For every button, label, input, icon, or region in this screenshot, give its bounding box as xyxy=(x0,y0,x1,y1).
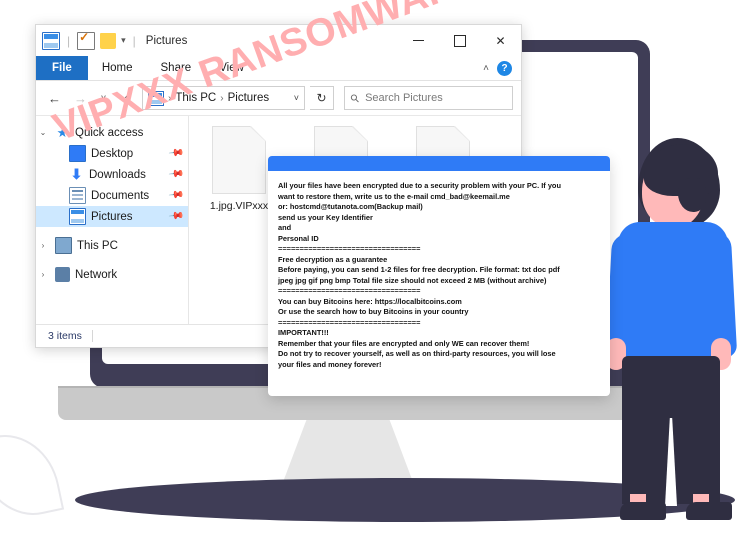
ribbon-tabs: File Home Share View ˄ ? xyxy=(36,56,521,81)
refresh-button[interactable]: ↻ xyxy=(310,86,334,110)
sidebar-item-desktop[interactable]: Desktop 📌 xyxy=(36,143,188,164)
search-icon: ⚲ xyxy=(348,91,363,106)
sidebar-label: Desktop xyxy=(91,147,134,160)
minimize-button[interactable] xyxy=(398,26,439,56)
sidebar-item-pictures[interactable]: Pictures 📌 xyxy=(36,206,188,227)
navigation-pane: ⌄ ★ Quick access Desktop 📌 ⬇ Downloads 📌 xyxy=(36,116,189,324)
download-icon: ⬇ xyxy=(70,166,83,182)
back-button[interactable]: ← xyxy=(44,88,65,109)
navigation-bar: ← → ˅ ↑ › This PC › Pictures ˅ ↻ ⚲ Searc… xyxy=(36,81,521,115)
item-count-label: 3 items xyxy=(48,330,82,342)
pin-icon[interactable]: 📌 xyxy=(167,187,184,203)
list-item[interactable]: 1.jpg.VIPxxx xyxy=(203,126,275,212)
breadcrumb-pictures[interactable]: Pictures xyxy=(228,92,270,104)
screenshot-stage: | ▾ | Pictures ✕ File Home Share View ˄ … xyxy=(0,0,750,550)
expander-icon[interactable]: ⌄ xyxy=(36,128,50,137)
properties-icon[interactable] xyxy=(77,30,96,50)
pin-icon[interactable]: 📌 xyxy=(167,145,184,161)
toolbar-divider: | xyxy=(67,33,71,48)
search-placeholder: Search Pictures xyxy=(365,92,443,104)
pictures-icon[interactable] xyxy=(42,31,60,50)
pictures-icon xyxy=(69,208,86,225)
sidebar-item-this-pc[interactable]: › This PC xyxy=(36,235,188,256)
status-divider xyxy=(91,330,93,342)
ribbon-right-controls: ˄ ? xyxy=(483,56,521,80)
address-pictures-icon xyxy=(148,90,164,106)
sidebar-label: Downloads xyxy=(89,168,146,181)
address-bar[interactable]: › This PC › Pictures ˅ xyxy=(142,86,305,110)
tab-share[interactable]: Share xyxy=(147,56,206,80)
breadcrumb-separator-0: › xyxy=(168,92,172,104)
standing-person xyxy=(600,138,750,520)
recent-locations-button[interactable]: ˅ xyxy=(96,88,111,109)
file-name: 1.jpg.VIPxxx xyxy=(209,200,269,212)
documents-icon xyxy=(69,187,86,204)
ransom-note-text: All your files have been encrypted due t… xyxy=(278,181,561,369)
address-dropdown-caret[interactable]: ˅ xyxy=(288,93,299,103)
desktop-icon xyxy=(69,145,86,162)
star-icon: ★ xyxy=(56,125,69,140)
maximize-icon xyxy=(453,34,466,47)
sidebar-label: Network xyxy=(75,268,118,281)
sidebar-label: Documents xyxy=(91,189,150,202)
help-icon[interactable]: ? xyxy=(497,60,512,76)
person-right-shoe xyxy=(686,502,732,520)
person-hair-lock xyxy=(678,178,706,212)
tab-home[interactable]: Home xyxy=(88,56,147,80)
sidebar-item-quick-access[interactable]: ⌄ ★ Quick access xyxy=(36,122,188,143)
search-input[interactable]: ⚲ Search Pictures xyxy=(344,86,513,110)
sidebar-label: This PC xyxy=(77,239,118,252)
breadcrumb-separator-1: › xyxy=(220,92,224,104)
customize-toolbar-caret[interactable]: ▾ xyxy=(121,35,126,46)
pin-icon[interactable]: 📌 xyxy=(167,166,184,182)
expander-icon[interactable]: › xyxy=(36,270,50,279)
monitor-stand xyxy=(283,420,413,482)
window-controls: ✕ xyxy=(398,26,521,56)
sidebar-item-network[interactable]: › Network xyxy=(36,264,188,285)
person-left-shoe xyxy=(620,502,666,520)
up-button[interactable]: ↑ xyxy=(116,88,137,109)
network-icon xyxy=(55,267,70,282)
window-titlebar: | ▾ | Pictures ✕ xyxy=(36,25,521,56)
quick-access-toolbar[interactable]: | ▾ | xyxy=(42,30,138,50)
sidebar-item-documents[interactable]: Documents 📌 xyxy=(36,185,188,206)
pin-icon[interactable]: 📌 xyxy=(167,208,184,224)
ransom-note-titlebar xyxy=(268,156,610,171)
sidebar-item-downloads[interactable]: ⬇ Downloads 📌 xyxy=(36,164,188,185)
minimize-icon xyxy=(413,40,424,41)
tab-view[interactable]: View xyxy=(205,56,258,80)
sidebar-label: Pictures xyxy=(91,210,133,223)
file-icon xyxy=(212,126,266,194)
new-folder-icon[interactable] xyxy=(100,32,117,49)
tab-file[interactable]: File xyxy=(36,56,88,80)
ransom-note-window: All your files have been encrypted due t… xyxy=(268,156,610,396)
forward-button[interactable]: → xyxy=(70,88,91,109)
close-button[interactable]: ✕ xyxy=(480,26,521,56)
leaf-decoration xyxy=(0,425,65,525)
maximize-button[interactable] xyxy=(439,26,480,56)
window-title: Pictures xyxy=(145,34,188,47)
chevron-up-icon[interactable]: ˄ xyxy=(483,63,489,74)
sidebar-label: Quick access xyxy=(75,126,144,139)
expander-icon[interactable]: › xyxy=(36,241,50,250)
toolbar-divider-2: | xyxy=(132,33,136,48)
breadcrumb-this-pc[interactable]: This PC xyxy=(175,92,216,104)
this-pc-icon xyxy=(55,237,72,254)
